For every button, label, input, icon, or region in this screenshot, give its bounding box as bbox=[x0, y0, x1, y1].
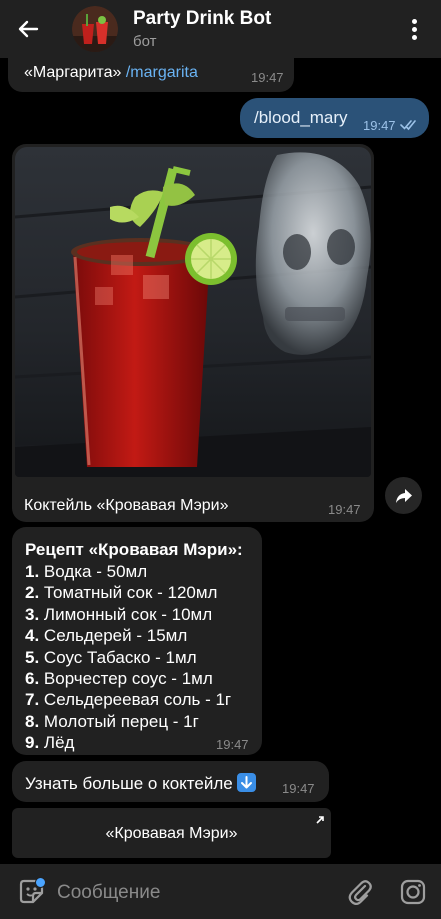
list-item: 5. Соус Табаско - 1мл bbox=[25, 647, 197, 667]
read-ticks-icon bbox=[400, 118, 420, 136]
recipe-title: Рецепт «Кровавая Мэри»: bbox=[25, 540, 243, 559]
list-item: 7. Сельдереевая соль - 1г bbox=[25, 690, 232, 710]
chat-title: Party Drink Bot bbox=[133, 8, 272, 29]
chat-subtitle: бот bbox=[133, 33, 157, 50]
cocktail-photo[interactable] bbox=[15, 147, 371, 477]
message-time: 19:47 bbox=[216, 737, 249, 752]
down-arrow-emoji bbox=[237, 773, 257, 792]
message-text: «Маргарита» bbox=[24, 64, 126, 81]
camera-icon[interactable] bbox=[399, 878, 427, 906]
message-time: 19:47 bbox=[328, 502, 361, 517]
message-time: 19:47 bbox=[282, 781, 315, 796]
back-arrow-icon[interactable] bbox=[14, 15, 42, 43]
outgoing-message: /blood_mary 19:47 bbox=[240, 98, 429, 138]
list-item: 2. Томатный сок - 120мл bbox=[25, 583, 218, 603]
inline-url-button[interactable]: «Кровавая Мэри» bbox=[12, 808, 331, 858]
message-composer: Сообщение bbox=[0, 864, 441, 919]
learn-more-message: Узнать больше о коктейле 19:47 bbox=[12, 761, 329, 802]
message-text: Узнать больше о коктейле bbox=[25, 774, 233, 793]
list-item: 9. Лёд bbox=[25, 733, 75, 753]
attach-icon[interactable] bbox=[346, 878, 374, 906]
list-item: 6. Ворчестер соус - 1мл bbox=[25, 669, 213, 689]
message-time: 19:47 bbox=[251, 70, 284, 85]
message-text: /blood_mary bbox=[254, 108, 348, 127]
message-input[interactable]: Сообщение bbox=[57, 882, 160, 904]
list-item: 4. Сельдерей - 15мл bbox=[25, 626, 188, 646]
bot-avatar[interactable] bbox=[72, 6, 118, 52]
recipe-message: Рецепт «Кровавая Мэри»: 1. Водка - 50мл … bbox=[12, 527, 262, 755]
photo-caption: Коктейль «Кровавая Мэри» bbox=[24, 497, 229, 514]
chat-header: Party Drink Bot бот bbox=[0, 0, 441, 58]
more-vertical-icon[interactable] bbox=[400, 14, 428, 44]
recipe-list: 1. Водка - 50мл 2. Томатный сок - 120мл … bbox=[25, 561, 231, 754]
inline-button-label: «Кровавая Мэри» bbox=[105, 825, 238, 842]
list-item: 1. Водка - 50мл bbox=[25, 562, 148, 581]
command-link[interactable]: /margarita bbox=[126, 64, 198, 81]
external-link-icon bbox=[315, 812, 325, 830]
message-time: 19:47 bbox=[363, 118, 396, 133]
photo-message: Коктейль «Кровавая Мэри» 19:47 bbox=[12, 144, 374, 522]
list-item: 3. Лимонный сок - 10мл bbox=[25, 604, 213, 624]
share-icon[interactable] bbox=[385, 477, 422, 514]
notification-dot bbox=[35, 877, 46, 888]
list-item: 8. Молотый перец - 1г bbox=[25, 711, 199, 731]
